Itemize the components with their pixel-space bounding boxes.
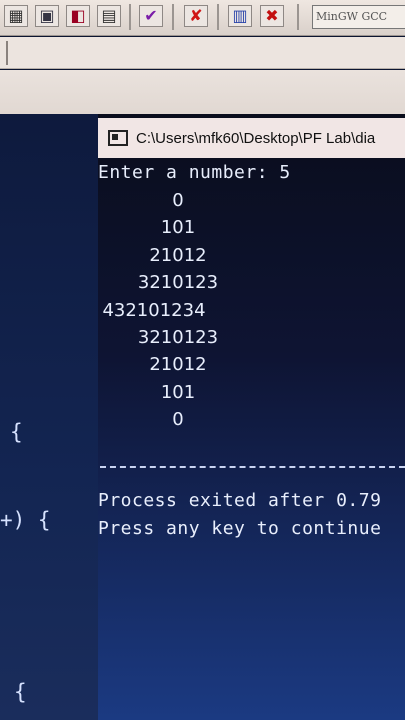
compiler-select[interactable]: MinGW GCC bbox=[312, 5, 405, 29]
toolbar-separator bbox=[172, 4, 174, 30]
console-prompt: Enter a number: 5 bbox=[98, 162, 291, 183]
console-window[interactable]: C:\Users\mfk60\Desktop\PF Lab\dia Enter … bbox=[98, 114, 405, 720]
check-icon[interactable]: ✔ bbox=[139, 5, 163, 27]
toolbar-separator bbox=[297, 4, 299, 30]
exit-message: Process exited after 0.79 bbox=[98, 490, 382, 511]
console-icon bbox=[108, 130, 128, 146]
toolbar-handle[interactable] bbox=[6, 41, 8, 65]
chart-icon[interactable]: ▥ bbox=[228, 5, 252, 27]
code-line: { bbox=[10, 420, 23, 444]
console-divider bbox=[100, 466, 405, 468]
tile-icon[interactable]: ◧ bbox=[66, 5, 90, 27]
pattern-row: 3210123 bbox=[137, 272, 219, 293]
ide-toolbar: ▦ ▣ ◧ ▤ ✔ ✘ ▥ ✖ MinGW GCC bbox=[0, 0, 405, 36]
toolbar-separator bbox=[217, 4, 219, 30]
pattern-row: 21012 bbox=[149, 354, 207, 375]
window-icon[interactable]: ▣ bbox=[35, 5, 59, 27]
layout-icon[interactable]: ▤ bbox=[97, 5, 121, 27]
pattern-row: 101 bbox=[160, 382, 196, 403]
code-line: { bbox=[14, 680, 27, 704]
code-editor[interactable]: { +) { { bbox=[0, 114, 100, 720]
pattern-row: 0 bbox=[172, 190, 184, 211]
grid-icon[interactable]: ▦ bbox=[4, 5, 28, 27]
pattern-row: 0 bbox=[172, 409, 184, 430]
cross-icon[interactable]: ✘ bbox=[184, 5, 208, 27]
console-title-bar[interactable]: C:\Users\mfk60\Desktop\PF Lab\dia bbox=[98, 118, 405, 158]
code-line: +) { bbox=[0, 508, 51, 532]
tab-bar bbox=[0, 70, 405, 114]
pattern-row: 21012 bbox=[149, 245, 207, 266]
pattern-row: 101 bbox=[160, 217, 196, 238]
continue-message: Press any key to continue bbox=[98, 518, 382, 539]
secondary-toolbar bbox=[0, 37, 405, 69]
pattern-row: 3210123 bbox=[137, 327, 219, 348]
toolbar-separator bbox=[129, 4, 131, 30]
pattern-row: 432101234 bbox=[102, 300, 206, 321]
delete-icon[interactable]: ✖ bbox=[260, 5, 284, 27]
console-title: C:\Users\mfk60\Desktop\PF Lab\dia bbox=[136, 129, 376, 147]
